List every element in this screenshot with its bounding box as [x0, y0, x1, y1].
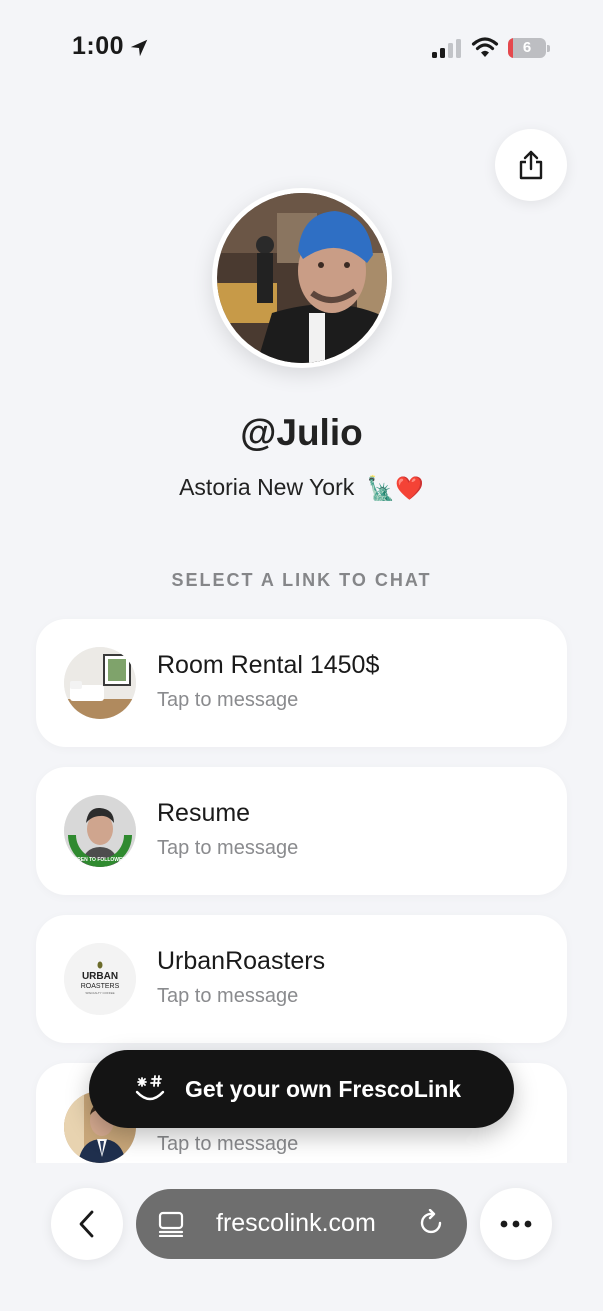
signal-bar: [456, 38, 461, 58]
more-button[interactable]: [480, 1188, 552, 1260]
wifi-icon: [471, 37, 499, 57]
link-card-urbanroasters[interactable]: URBAN ROASTERS SPECIALTY COFFEE UrbanRoa…: [36, 915, 567, 1043]
link-card-room-rental[interactable]: Room Rental 1450$ Tap to message: [36, 619, 567, 747]
urban-roasters-logo-line1: URBAN: [82, 971, 118, 982]
signal-bar: [448, 43, 453, 58]
link-title: UrbanRoasters: [157, 947, 326, 975]
bio-text: Astoria New York: [179, 474, 355, 500]
profile-avatar: [212, 188, 392, 368]
signal-bar: [440, 47, 445, 58]
avatar-photo: [217, 193, 387, 363]
link-thumb: [64, 647, 136, 719]
signal-bar: [432, 52, 437, 58]
link-subtitle: Tap to message: [157, 1133, 299, 1155]
link-thumb: #OPEN TO FOLLOWERS: [64, 795, 136, 867]
location-arrow-icon: [130, 39, 148, 57]
link-subtitle: Tap to message: [157, 837, 299, 859]
get-frescolink-button[interactable]: Get your own FrescoLink: [89, 1050, 514, 1128]
reader-mode-icon[interactable]: [158, 1211, 184, 1237]
link-thumb: URBAN ROASTERS SPECIALTY COFFEE: [64, 943, 136, 1015]
status-bar: 1:00 6: [0, 0, 603, 96]
urban-roasters-logo-line2: ROASTERS: [81, 983, 120, 990]
smiley-sparkle-icon: [135, 1075, 165, 1101]
open-to-followers-text: #OPEN TO FOLLOWERS: [71, 857, 130, 863]
address-bar[interactable]: frescolink.com: [136, 1189, 467, 1259]
share-button[interactable]: [495, 129, 567, 201]
battery-level: 6: [522, 39, 532, 56]
link-title: Room Rental 1450$: [157, 651, 380, 679]
link-card-resume[interactable]: #OPEN TO FOLLOWERS Resume Tap to message: [36, 767, 567, 895]
link-subtitle: Tap to message: [157, 689, 299, 711]
url-text: frescolink.com: [216, 1209, 376, 1237]
link-title: Resume: [157, 799, 251, 827]
cta-label: Get your own FrescoLink: [185, 1076, 462, 1102]
more-dots-icon: [500, 1220, 532, 1228]
cellular-signal-icon: [432, 38, 462, 58]
profile-bio: Astoria New York 🗽❤️: [0, 474, 603, 502]
profile-username: @Julio: [240, 412, 363, 453]
battery-icon: 6: [508, 38, 550, 58]
urban-roasters-logo-line3: SPECIALTY COFFEE: [85, 991, 114, 995]
status-time: 1:00: [72, 32, 125, 60]
section-label: SELECT A LINK TO CHAT: [171, 570, 432, 590]
reload-icon[interactable]: [418, 1209, 446, 1237]
link-subtitle: Tap to message: [157, 985, 299, 1007]
bio-emoji: 🗽❤️: [366, 475, 424, 502]
back-chevron-icon: [79, 1210, 94, 1238]
back-button[interactable]: [51, 1188, 123, 1260]
share-icon: [519, 150, 543, 180]
